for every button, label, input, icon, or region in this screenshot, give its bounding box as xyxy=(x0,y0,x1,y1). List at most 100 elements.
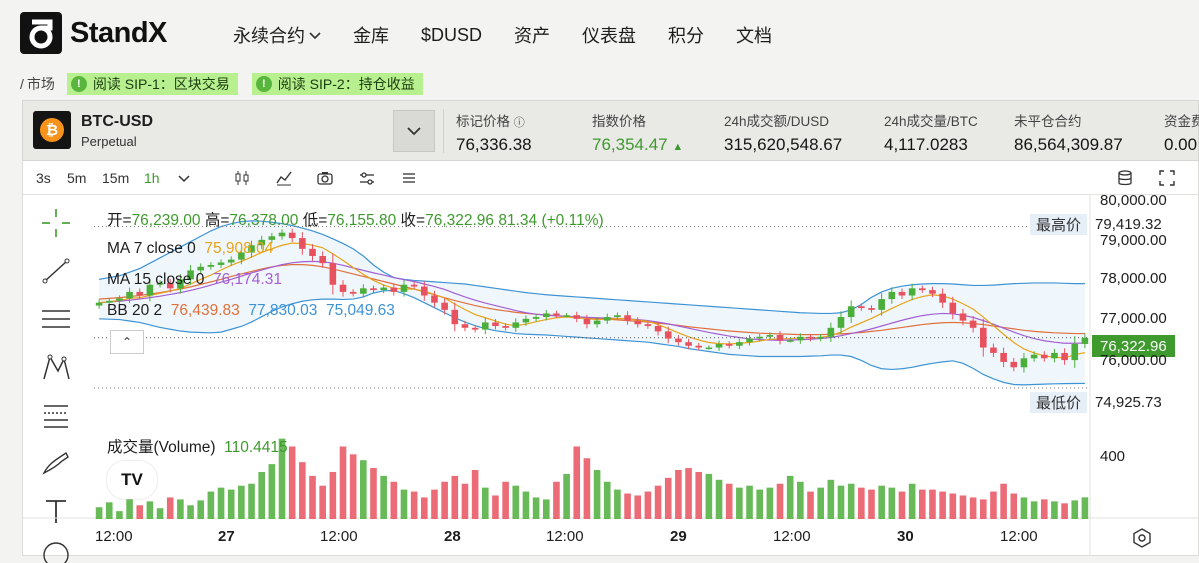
candle-body xyxy=(1020,358,1028,368)
volume-bar xyxy=(746,485,753,519)
volume-bar xyxy=(268,464,276,519)
stat-value: 0.00 xyxy=(1164,135,1198,154)
ma15-legend[interactable]: MA 15 close 0 76,174.31 xyxy=(107,271,282,289)
volume-bar xyxy=(299,462,306,519)
candle-body xyxy=(919,288,926,291)
x-tick-label: 12:00 xyxy=(773,528,811,545)
stat-value-row: 76,354.47 ▲ xyxy=(592,135,683,155)
volume-bar xyxy=(421,497,428,519)
bb-label: BB 20 2 xyxy=(107,302,163,319)
bb-mid-value: 76,439.83 xyxy=(170,302,240,319)
volume-bar xyxy=(116,511,123,519)
high-price-value: 79,419.32 xyxy=(1095,215,1162,233)
stat-value: 4,117.0283 xyxy=(884,135,968,154)
stat-24h-turnover: 24h成交额/DUSD 315,620,548.67 xyxy=(724,110,842,155)
volume-bar xyxy=(715,479,723,519)
volume-bar xyxy=(360,460,367,519)
nav-item-points[interactable]: 积分 xyxy=(668,22,704,48)
chevron-down-icon xyxy=(309,28,321,43)
volume-tick-label: 400 xyxy=(1100,448,1126,465)
volume-bar xyxy=(664,477,672,519)
volume-bar xyxy=(329,471,337,519)
nav-item-assets[interactable]: 资产 xyxy=(514,22,550,48)
nav-item-docs[interactable]: 文档 xyxy=(736,22,772,48)
volume-bar xyxy=(156,508,164,519)
volume-bar xyxy=(309,475,316,519)
stat-value: 86,564,309.87 xyxy=(1014,135,1123,154)
volume-bar xyxy=(644,491,652,519)
volume-bar xyxy=(847,483,855,519)
candle-body xyxy=(715,343,723,348)
info-icon[interactable]: ⓘ xyxy=(514,117,525,129)
stat-value: 76,354.47 xyxy=(592,135,668,154)
nav-item-dashboard[interactable]: 仪表盘 xyxy=(582,22,636,48)
market-select-button[interactable] xyxy=(393,110,435,152)
brand-logo[interactable]: StandX xyxy=(20,12,167,54)
volume-label: 成交量(Volume) xyxy=(107,439,216,456)
brand-name: StandX xyxy=(70,16,167,49)
market-header: ₿ BTC-USD Perpetual 标记价格 ⓘ 76,336.38 指数价… xyxy=(22,100,1199,161)
candle-body xyxy=(695,345,703,348)
y-tick-label: 77,000.00 xyxy=(1100,310,1167,327)
candle-body xyxy=(481,322,489,330)
candle-body xyxy=(532,317,540,319)
volume-bar xyxy=(471,470,479,519)
candle-body xyxy=(898,291,906,296)
candle-body xyxy=(349,291,357,294)
volume-bar xyxy=(919,489,926,519)
volume-bar xyxy=(898,491,906,519)
volume-bar xyxy=(502,481,509,519)
volume-bar xyxy=(258,471,265,519)
chart-settings-icon[interactable] xyxy=(1131,527,1153,554)
nav-item-vault[interactable]: 金库 xyxy=(353,22,389,48)
volume-bar xyxy=(878,485,885,519)
top-nav: StandX 永续合约 金库 $DUSD 资产 仪表盘 积分 文档 xyxy=(0,0,1199,70)
close-value: 76,322.96 xyxy=(425,212,495,229)
candle-body xyxy=(929,290,936,294)
candle-body xyxy=(461,324,469,328)
candle-body xyxy=(797,336,804,341)
candle-body xyxy=(1061,352,1068,361)
chevron-up-icon: ⌃ xyxy=(121,335,133,349)
volume-bar xyxy=(929,489,936,519)
bb-lower-value: 75,049.63 xyxy=(325,302,395,319)
breadcrumb-market[interactable]: 市场 xyxy=(27,74,55,94)
nav-item-perpetual[interactable]: 永续合约 xyxy=(233,22,321,48)
banner-sip-2[interactable]: ! 阅读 SIP-2：持仓收益 xyxy=(251,73,423,95)
tradingview-logo[interactable]: TV xyxy=(107,461,157,499)
volume-bar xyxy=(136,505,144,519)
volume-bar xyxy=(786,475,794,519)
candle-body xyxy=(827,327,835,337)
collapse-legend-button[interactable]: ⌃ xyxy=(110,330,144,354)
stat-funding-rate: 资金费 0.00 xyxy=(1164,110,1199,155)
volume-bar xyxy=(431,489,438,519)
banner-sip-1[interactable]: ! 阅读 SIP-1：区块交易 xyxy=(66,73,238,95)
candle-body xyxy=(1081,337,1089,344)
volume-bar xyxy=(441,481,448,519)
volume-bar xyxy=(522,491,530,519)
main-menu: 永续合约 金库 $DUSD 资产 仪表盘 积分 文档 xyxy=(233,22,804,48)
nav-item-dusd[interactable]: $DUSD xyxy=(421,22,482,48)
bb-upper-value: 77,830.03 xyxy=(248,302,318,319)
x-tick-label: 27 xyxy=(218,528,235,545)
volume-bar xyxy=(837,485,845,519)
volume-bar xyxy=(197,500,205,519)
ma15-label: MA 15 close 0 xyxy=(107,271,205,288)
y-tick-label: 79,000.00 xyxy=(1100,232,1167,249)
volume-bar xyxy=(888,487,896,519)
market-symbol: BTC-USD xyxy=(81,113,153,130)
candle-body xyxy=(756,336,763,339)
bb-legend[interactable]: BB 20 2 76,439.83 77,830.03 75,049.63 xyxy=(107,302,395,320)
ma15-value: 76,174.31 xyxy=(212,271,282,288)
stat-label: 24h成交量/BTC xyxy=(884,114,978,129)
volume-bar xyxy=(573,446,581,519)
volume-bar xyxy=(827,479,835,519)
high-value: 76,378.00 xyxy=(229,212,299,229)
y-tick-label: 80,000.00 xyxy=(1100,192,1167,209)
volume-bar xyxy=(1071,500,1079,519)
volume-bar xyxy=(705,473,713,519)
volume-bar xyxy=(1040,499,1048,519)
volume-legend[interactable]: 成交量(Volume) 110.4415 xyxy=(107,435,288,457)
ma7-legend[interactable]: MA 7 close 0 75,908.04 xyxy=(107,240,273,258)
candle-body xyxy=(1030,354,1038,359)
